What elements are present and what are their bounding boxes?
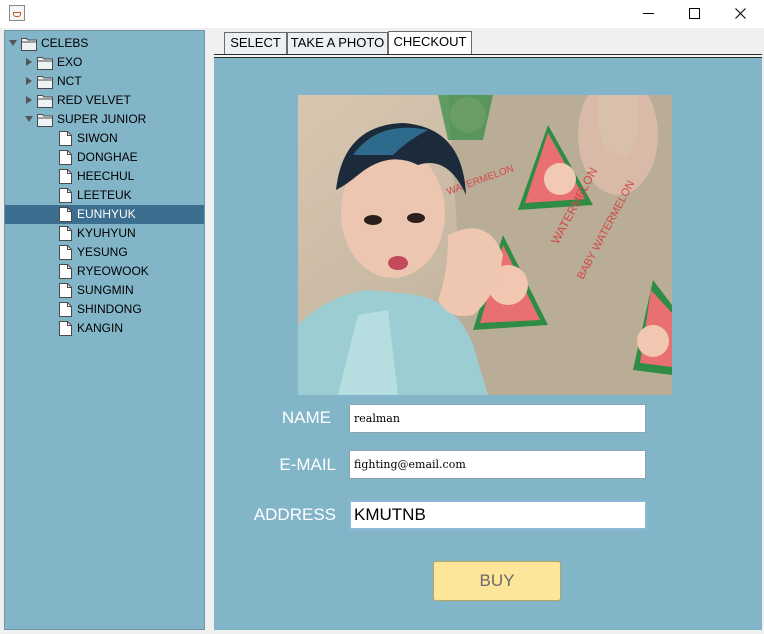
folder-icon [37, 55, 53, 70]
tab-take-a-photo[interactable]: TAKE A PHOTO [287, 32, 388, 54]
tree-node-label: KYUHYUN [77, 226, 136, 240]
collapsed-arrow-icon[interactable] [25, 58, 34, 67]
file-icon [59, 150, 75, 165]
address-field[interactable] [349, 500, 647, 530]
folder-icon [37, 93, 53, 108]
folder-icon [37, 74, 53, 89]
file-icon [59, 302, 75, 317]
tree-node-label: SIWON [77, 131, 118, 145]
tree-node-label: SHINDONG [77, 302, 142, 316]
tab-select[interactable]: SELECT [224, 32, 287, 54]
tree-node-label: SUNGMIN [77, 283, 134, 297]
buy-button[interactable]: BUY [433, 561, 561, 601]
file-icon [59, 321, 75, 336]
tree-group[interactable]: NCT [5, 72, 204, 91]
minimize-button[interactable] [626, 0, 672, 28]
tree-node-label: KANGIN [77, 321, 124, 335]
folder-icon [21, 36, 37, 51]
tree-leaf[interactable]: LEETEUK [5, 186, 204, 205]
collapsed-arrow-icon[interactable] [25, 96, 34, 105]
file-icon [59, 207, 75, 222]
tree-leaf[interactable]: RYEOWOOK [5, 262, 204, 281]
file-icon [59, 245, 75, 260]
java-cup-icon [9, 5, 25, 21]
maximize-icon [689, 8, 700, 19]
celebs-tree[interactable]: CELEBS EXO NCT RED VELVET SUPER JUNIOR SIWON D… [4, 30, 205, 630]
tree-leaf[interactable]: KANGIN [5, 319, 204, 338]
title-bar [0, 0, 764, 28]
file-icon [59, 264, 75, 279]
tree-leaf[interactable]: SHINDONG [5, 300, 204, 319]
captured-photo: WATERMELON BABY WATERMELON WATERMELON [298, 95, 672, 395]
tree-leaf[interactable]: KYUHYUN [5, 224, 204, 243]
close-icon [735, 8, 746, 19]
tree-node-label: DONGHAE [77, 150, 138, 164]
tree-leaf[interactable]: DONGHAE [5, 148, 204, 167]
tree-root[interactable]: CELEBS [5, 34, 204, 53]
minimize-icon [643, 13, 654, 14]
expanded-arrow-icon[interactable] [25, 115, 34, 124]
file-icon [59, 131, 75, 146]
tree-node-label: SUPER JUNIOR [57, 112, 147, 126]
tree-group[interactable]: RED VELVET [5, 91, 204, 110]
tree-leaf[interactable]: HEECHUL [5, 167, 204, 186]
tree-node-label: EUNHYUK [77, 207, 136, 221]
file-icon [59, 169, 75, 184]
tree-leaf[interactable]: YESUNG [5, 243, 204, 262]
tree-node-label: RED VELVET [57, 93, 131, 107]
folder-icon [37, 112, 53, 127]
maximize-button[interactable] [672, 0, 718, 28]
address-label: ADDRESS [253, 505, 336, 524]
checkout-panel: WATERMELON BABY WATERMELON WATERMELON NA… [214, 58, 762, 630]
tree-leaf[interactable]: SUNGMIN [5, 281, 204, 300]
tab-checkout[interactable]: CHECKOUT [388, 31, 472, 55]
file-icon [59, 283, 75, 298]
close-button[interactable] [718, 0, 764, 28]
tree-node-label: EXO [57, 55, 83, 69]
tree-leaf-selected[interactable]: EUNHYUK [5, 205, 204, 224]
tree-node-label: RYEOWOOK [77, 264, 149, 278]
tree-node-label: LEETEUK [77, 188, 132, 202]
tree-node-label: CELEBS [41, 36, 89, 50]
expanded-arrow-icon[interactable] [9, 39, 18, 48]
email-field[interactable] [349, 450, 646, 479]
collapsed-arrow-icon[interactable] [25, 77, 34, 86]
email-label: E-MAIL [279, 455, 336, 474]
file-icon [59, 226, 75, 241]
tree-node-label: HEECHUL [77, 169, 135, 183]
name-label: NAME [281, 408, 331, 427]
tree-leaf[interactable]: SIWON [5, 129, 204, 148]
tree-group[interactable]: EXO [5, 53, 204, 72]
tree-node-label: YESUNG [77, 245, 128, 259]
tree-group[interactable]: SUPER JUNIOR [5, 110, 204, 129]
file-icon [59, 188, 75, 203]
name-field[interactable] [349, 404, 646, 433]
tree-node-label: NCT [57, 74, 82, 88]
